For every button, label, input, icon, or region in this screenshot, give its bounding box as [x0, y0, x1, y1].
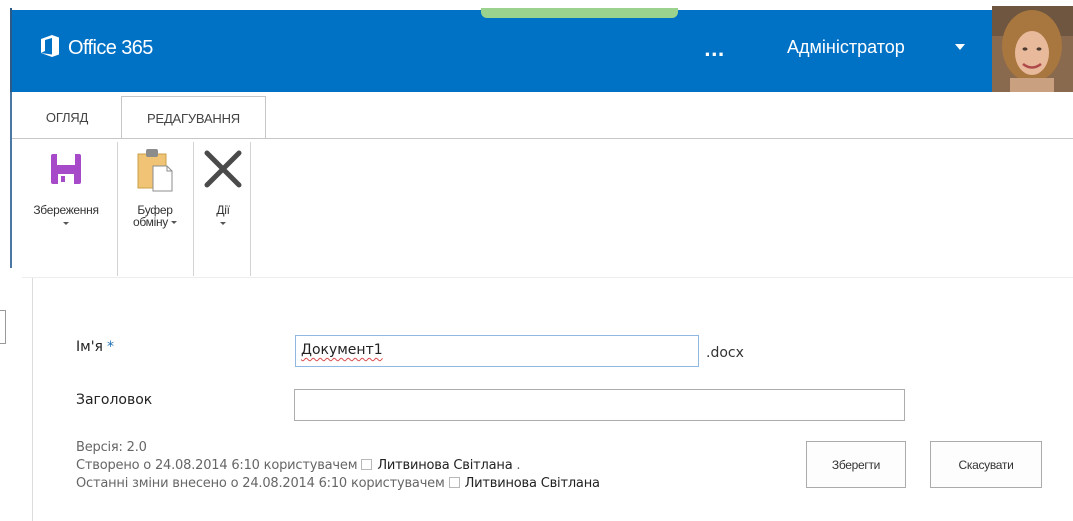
created-user-link[interactable]: Литвинова Світлана [377, 458, 512, 473]
office-logo-icon [40, 34, 60, 62]
name-label-text: Ім'я [76, 339, 103, 355]
presence-icon [361, 459, 373, 470]
content-divider [22, 277, 1073, 278]
actions-icon-box [196, 145, 250, 197]
user-menu[interactable]: Адміністратор [787, 37, 905, 58]
chevron-down-icon[interactable] [955, 44, 965, 50]
window-edge [10, 8, 12, 96]
cancel-button[interactable]: Скасувати [930, 441, 1042, 488]
save-command-label: Збереження [33, 203, 99, 217]
created-info: Створено о 24.08.2014 6:10 користувачем Л… [76, 458, 521, 473]
more-options-button[interactable]: ... [704, 40, 725, 61]
sidebar-handle[interactable] [0, 310, 6, 344]
content-edge [32, 278, 33, 521]
actions-command-label: Дії [216, 203, 230, 217]
save-button[interactable]: Зберегти [806, 441, 906, 488]
ribbon-separator [250, 142, 251, 276]
chevron-down-icon[interactable] [220, 222, 226, 225]
tabs-divider [12, 138, 1073, 139]
ribbon-edge [10, 92, 12, 268]
tab-overview[interactable]: ОГЛЯД [13, 96, 121, 139]
clipboard-command[interactable]: Буфер обміну [120, 145, 190, 228]
chevron-down-icon[interactable] [63, 222, 69, 225]
created-prefix: Створено о 24.08.2014 6:10 користувачем [76, 458, 358, 473]
name-field[interactable]: Документ1 [295, 335, 699, 367]
ribbon-separator [117, 142, 118, 276]
name-field-label: Ім'я * [76, 339, 114, 355]
clipboard-icon-box [120, 145, 190, 197]
save-icon [49, 152, 83, 190]
presence-icon [448, 477, 460, 488]
tab-edit[interactable]: РЕДАГУВАННЯ [121, 96, 266, 139]
modified-user-link[interactable]: Литвинова Світлана [465, 476, 600, 491]
save-command[interactable]: Збереження [16, 145, 116, 225]
modified-prefix: Останні зміни внесено о 24.08.2014 6:10 … [76, 476, 445, 491]
version-info: Версія: 2.0 [76, 440, 147, 455]
clipboard-command-label: Буфер обміну [132, 204, 178, 229]
suite-bar: Office 365 ... Адміністратор [0, 0, 1073, 96]
avatar[interactable] [992, 6, 1073, 92]
actions-command[interactable]: Дії [196, 145, 250, 225]
chevron-down-icon[interactable] [171, 221, 178, 224]
file-extension: .docx [706, 345, 744, 361]
save-icon-box [16, 145, 116, 197]
ribbon-separator [193, 142, 194, 276]
title-field-label: Заголовок [76, 392, 153, 408]
modified-info: Останні зміни внесено о 24.08.2014 6:10 … [76, 476, 600, 491]
close-icon [201, 147, 245, 195]
page: Office 365 ... Адміністратор ОГЛЯД РЕДАГ… [0, 0, 1073, 521]
clipboard-icon [135, 146, 175, 196]
required-marker: * [106, 339, 114, 355]
brand-name: Office 365 [68, 36, 153, 59]
office365-logo[interactable]: Office 365 [40, 34, 153, 62]
loading-indicator [481, 8, 678, 18]
title-field[interactable] [294, 389, 905, 421]
name-field-value: Документ1 [301, 342, 383, 358]
clipboard-label-line2: обміну [132, 215, 168, 229]
created-suffix: . [512, 458, 521, 473]
